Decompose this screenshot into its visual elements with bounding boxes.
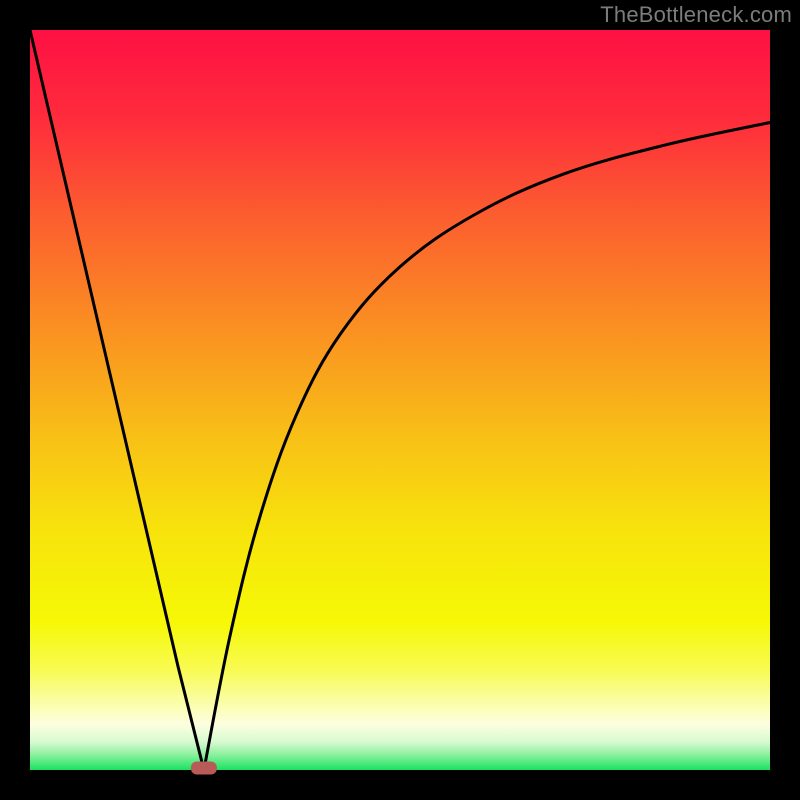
watermark-text: TheBottleneck.com: [600, 2, 792, 28]
bottleneck-chart: [0, 0, 800, 800]
optimal-marker: [191, 762, 217, 775]
chart-frame: TheBottleneck.com: [0, 0, 800, 800]
plot-background: [30, 30, 770, 770]
